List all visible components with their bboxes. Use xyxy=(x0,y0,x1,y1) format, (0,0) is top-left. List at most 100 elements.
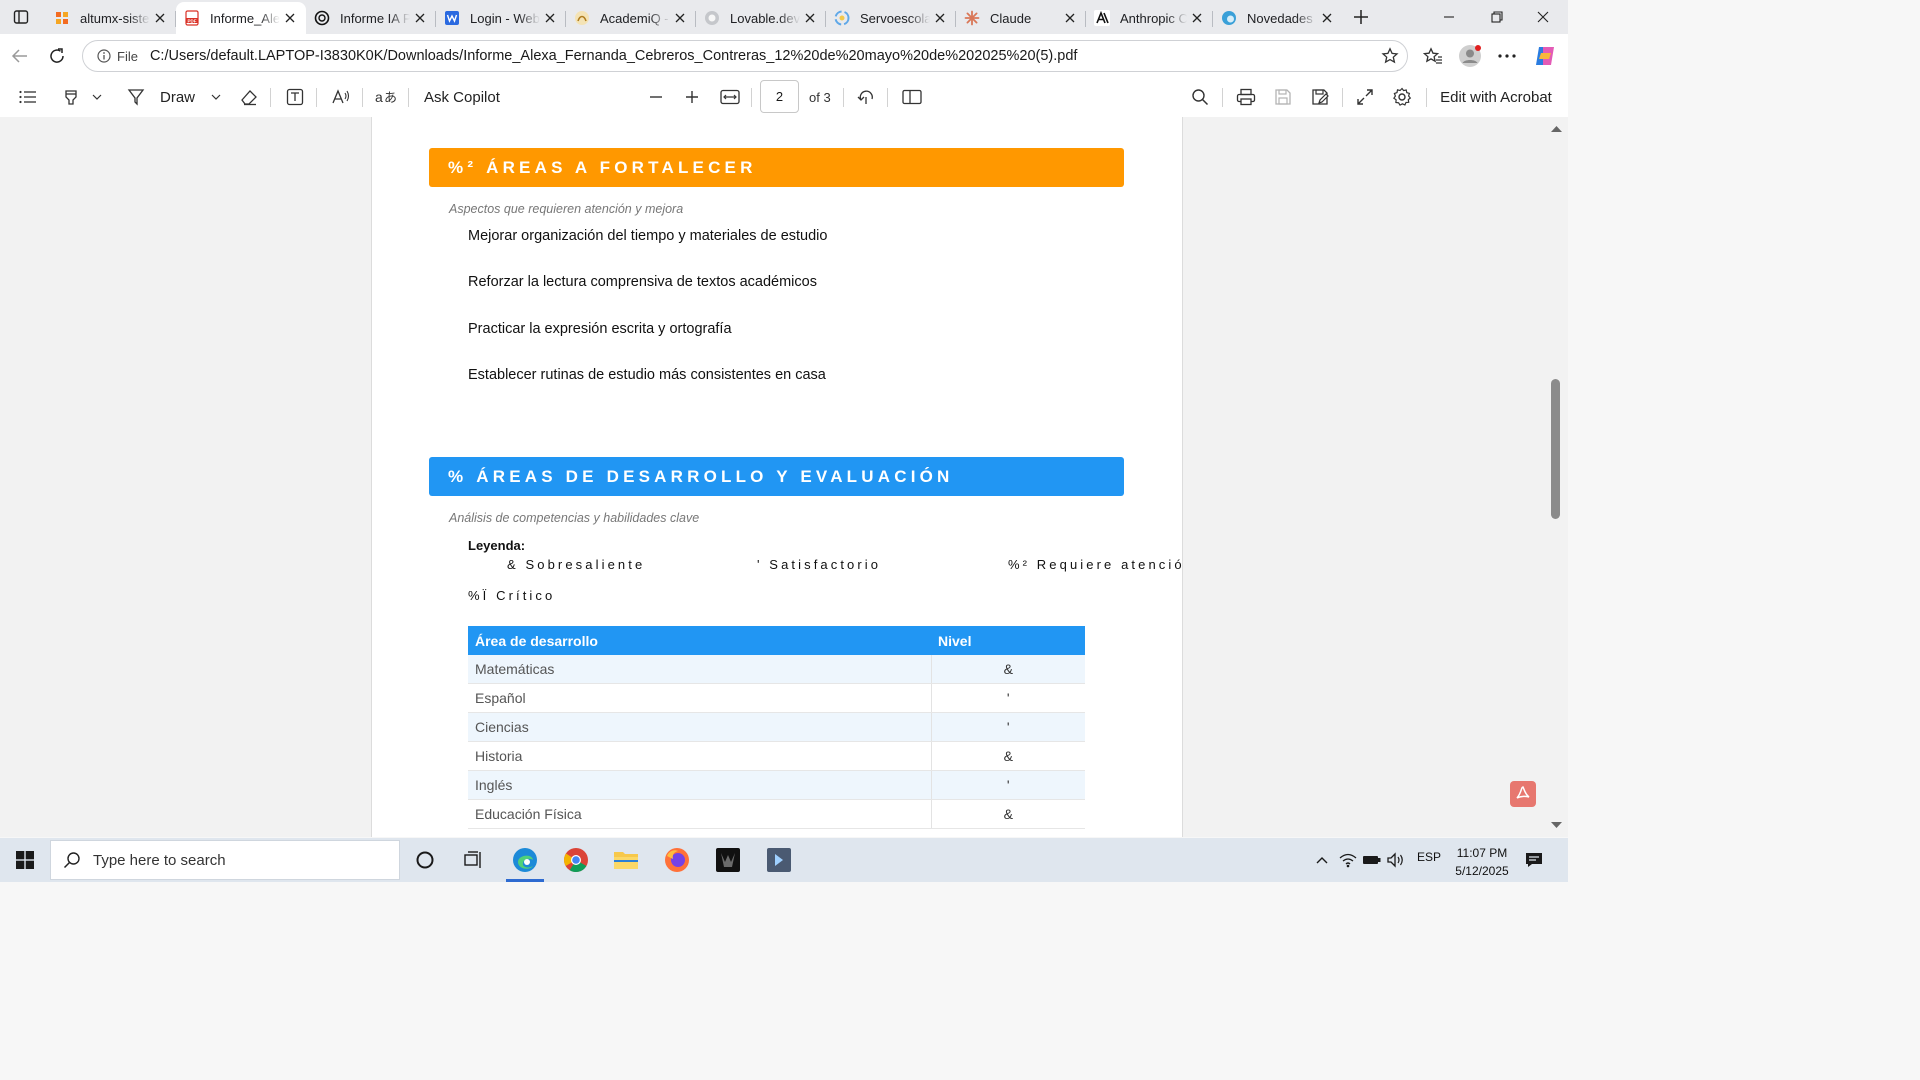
read-aloud-icon[interactable] xyxy=(328,83,354,111)
profile-avatar[interactable] xyxy=(1456,42,1484,70)
notifications-icon[interactable] xyxy=(1512,838,1556,882)
search-icon[interactable] xyxy=(1187,83,1213,111)
close-tab-icon[interactable] xyxy=(670,8,690,28)
close-tab-icon[interactable] xyxy=(930,8,950,28)
zoom-out-icon[interactable] xyxy=(643,83,669,111)
close-tab-icon[interactable] xyxy=(1187,8,1207,28)
tab-title: Anthropic Console xyxy=(1120,10,1187,26)
tab-title: Login - Web xyxy=(470,10,540,26)
address-bar[interactable]: File C:/Users/default.LAPTOP-I3830K0K/Do… xyxy=(82,40,1408,72)
more-options-icon[interactable] xyxy=(1493,42,1521,70)
table-row: Historia & xyxy=(468,741,1085,771)
battery-icon[interactable] xyxy=(1360,838,1384,882)
restore-button[interactable] xyxy=(1474,0,1520,34)
tab-title: Servoescolar xyxy=(860,10,930,26)
taskbar-firefox-icon[interactable] xyxy=(652,838,702,882)
close-tab-icon[interactable] xyxy=(540,8,560,28)
text-box-icon[interactable] xyxy=(282,83,308,111)
settings-gear-icon[interactable] xyxy=(1389,83,1415,111)
tab-academiq[interactable]: AcademiQ - Plataforma xyxy=(566,2,696,34)
taskbar-edge-icon[interactable] xyxy=(500,838,550,882)
close-tab-icon[interactable] xyxy=(150,8,170,28)
tab-claude[interactable]: Claude xyxy=(956,2,1086,34)
wifi-icon[interactable] xyxy=(1336,838,1360,882)
taskbar-app-icon[interactable] xyxy=(754,838,804,882)
table-row: Matemáticas & xyxy=(468,655,1085,684)
tab-lovable[interactable]: Lovable.dev xyxy=(696,2,826,34)
close-tab-icon[interactable] xyxy=(1060,8,1080,28)
ask-copilot-label: Ask Copilot xyxy=(424,88,500,106)
chevron-down-icon[interactable] xyxy=(88,83,106,111)
legend-title: Leyenda: xyxy=(468,538,526,553)
area-cell: Matemáticas xyxy=(468,655,931,684)
altumx-icon xyxy=(54,10,70,26)
close-tab-icon[interactable] xyxy=(410,8,430,28)
windows-icon xyxy=(16,851,34,869)
rotate-icon[interactable] xyxy=(853,83,879,111)
tab-informe-alexa[interactable]: PDF Informe_Alexa xyxy=(176,2,306,34)
taskbar-predator-icon[interactable] xyxy=(703,838,753,882)
tab-altumx[interactable]: altumx-sistema xyxy=(46,2,176,34)
tab-informe-ia[interactable]: Informe IA Preescolar xyxy=(306,2,436,34)
refresh-button[interactable] xyxy=(43,42,71,70)
page-view-icon[interactable] xyxy=(898,83,926,111)
page-total: of 3 xyxy=(809,90,831,105)
legend-item-satisfactorio: ' Satisfactorio xyxy=(757,557,882,572)
page-number-value: 2 xyxy=(775,89,784,104)
back-button[interactable] xyxy=(6,42,34,70)
taskbar-file-explorer-icon[interactable] xyxy=(601,838,651,882)
table-row: Educación Física & xyxy=(468,799,1085,829)
tab-servoescolar[interactable]: Servoescolar xyxy=(826,2,956,34)
save-as-icon[interactable] xyxy=(1307,83,1333,111)
favorite-star-icon[interactable] xyxy=(1381,47,1399,65)
tab-novedades-edge[interactable]: Novedades de Edge xyxy=(1213,2,1343,34)
input-language[interactable]: ESP xyxy=(1417,850,1441,864)
fit-width-icon[interactable] xyxy=(716,83,744,111)
volume-icon[interactable] xyxy=(1384,838,1408,882)
tab-anthropic[interactable]: Anthropic Console xyxy=(1086,2,1213,34)
list-item: Establecer rutinas de estudio más consis… xyxy=(468,367,826,383)
taskbar-search-box[interactable]: Type here to search xyxy=(50,840,400,880)
task-view-icon[interactable] xyxy=(449,838,499,882)
close-tab-icon[interactable] xyxy=(280,8,300,28)
url-text[interactable]: C:/Users/default.LAPTOP-I3830K0K/Downloa… xyxy=(150,48,1077,64)
translate-icon[interactable]: aあ xyxy=(373,83,399,111)
eraser-icon[interactable] xyxy=(236,83,262,111)
close-tab-icon[interactable] xyxy=(1317,8,1337,28)
close-tab-icon[interactable] xyxy=(800,8,820,28)
tab-login-web[interactable]: Login - Web xyxy=(436,2,566,34)
draw-button[interactable]: Draw xyxy=(126,83,226,111)
print-icon[interactable] xyxy=(1233,83,1259,111)
favorites-icon[interactable] xyxy=(1419,42,1447,70)
pdf-toolbar: Draw aあ Ask Copilot 2 of 3 Edit with Acr… xyxy=(0,77,1568,118)
svg-text:PDF: PDF xyxy=(188,18,197,23)
scroll-down-icon xyxy=(1551,822,1562,828)
table-header-row: Área de desarrollo Nivel xyxy=(468,626,1085,655)
cortana-icon[interactable] xyxy=(400,838,450,882)
zoom-in-icon[interactable] xyxy=(679,83,705,111)
table-row: Español ' xyxy=(468,683,1085,713)
new-tab-button[interactable] xyxy=(1348,5,1374,29)
area-cell: Historia xyxy=(468,741,931,771)
contents-icon[interactable] xyxy=(14,83,42,111)
vertical-scrollbar[interactable] xyxy=(1546,117,1568,837)
start-button[interactable] xyxy=(0,838,50,882)
level-cell: ' xyxy=(930,683,1085,713)
edit-with-acrobat-button[interactable]: Edit with Acrobat xyxy=(1436,83,1556,111)
page-number-input[interactable]: 2 xyxy=(760,80,799,113)
highlight-icon[interactable] xyxy=(58,83,84,111)
taskbar-clock[interactable]: 11:07 PM 5/12/2025 xyxy=(1452,844,1512,880)
fullscreen-icon[interactable] xyxy=(1352,83,1378,111)
site-info-button[interactable]: File xyxy=(91,45,144,67)
minimize-button[interactable] xyxy=(1426,0,1472,34)
ask-copilot-button[interactable]: Ask Copilot xyxy=(424,83,504,111)
tab-actions-icon[interactable] xyxy=(8,5,34,29)
taskbar-chrome-icon[interactable] xyxy=(551,838,601,882)
scrollbar-thumb[interactable] xyxy=(1551,379,1560,519)
scroll-up-icon xyxy=(1551,126,1562,132)
copilot-icon[interactable] xyxy=(1531,42,1559,70)
close-window-button[interactable] xyxy=(1520,0,1566,34)
save-icon[interactable] xyxy=(1270,83,1296,111)
acrobat-icon[interactable] xyxy=(1510,781,1536,807)
windows-taskbar: Type here to search ESP 11:07 PM 5/12/20… xyxy=(0,838,1568,882)
